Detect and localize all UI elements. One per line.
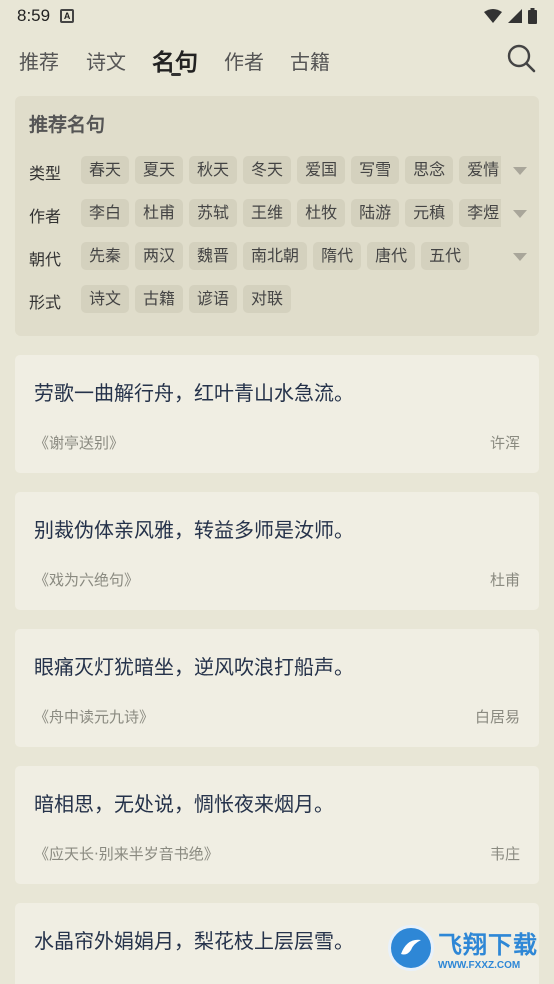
battery-icon xyxy=(528,8,537,24)
active-tab-indicator xyxy=(171,73,181,76)
chip[interactable]: 夏天 xyxy=(135,156,184,184)
chip[interactable]: 春天 xyxy=(81,156,130,184)
quote-text: 眼痛灭灯犹暗坐，逆风吹浪打船声。 xyxy=(34,655,354,679)
site-watermark: 飞翔下载 WWW.FXXZ.COM xyxy=(388,920,548,976)
quote-author: 白居易 xyxy=(474,708,520,726)
chip[interactable]: 对联 xyxy=(243,285,292,313)
chip[interactable]: 隋代 xyxy=(313,242,362,270)
chip[interactable]: 爱情 xyxy=(459,156,501,184)
filter-row-form: 形式 诗文 古籍 谚语 对联 xyxy=(15,285,539,315)
quote-card[interactable]: 暗相思，无处说，惆怅夜来烟月。 《应天长·别来半岁音书绝》 韦庄 xyxy=(15,766,539,884)
tab-quotes[interactable]: 名句 xyxy=(152,43,198,77)
quote-text: 水晶帘外娟娟月，梨花枝上层层雪。 xyxy=(34,929,354,953)
filter-label: 类型 xyxy=(29,164,62,183)
filter-label: 作者 xyxy=(29,207,62,226)
watermark-logo-icon xyxy=(388,925,434,971)
chip[interactable]: 李煜 xyxy=(459,199,501,227)
chip[interactable]: 元稹 xyxy=(405,199,454,227)
watermark-url: WWW.FXXZ.COM xyxy=(438,960,521,971)
chip-list: 春天 夏天 秋天 冬天 爱国 写雪 思念 爱情 xyxy=(81,156,501,186)
chip[interactable]: 秋天 xyxy=(189,156,238,184)
search-icon[interactable] xyxy=(506,43,536,73)
chip[interactable]: 杜甫 xyxy=(135,199,184,227)
chip[interactable]: 写雪 xyxy=(351,156,400,184)
recommend-filter-card: 推荐名句 类型 春天 夏天 秋天 冬天 爱国 写雪 思念 爱情 作者 李白 杜甫 苏轼 王维 杜牧 陆游… xyxy=(15,96,539,336)
expand-arrow-icon[interactable] xyxy=(513,166,527,176)
quote-card[interactable]: 别裁伪体亲风雅，转益多师是汝师。 《戏为六绝句》 杜甫 xyxy=(15,492,539,610)
chip[interactable]: 唐代 xyxy=(367,242,416,270)
quote-source: 《舟中读元九诗》 xyxy=(34,708,155,726)
signal-icon xyxy=(508,9,522,23)
chip-list: 先秦 两汉 魏晋 南北朝 隋代 唐代 五代 xyxy=(81,242,501,272)
notification-icon: A xyxy=(60,9,75,23)
chip-list: 李白 杜甫 苏轼 王维 杜牧 陆游 元稹 李煜 xyxy=(81,199,501,229)
chip[interactable]: 南北朝 xyxy=(243,242,308,270)
quote-text: 暗相思，无处说，惆怅夜来烟月。 xyxy=(34,792,334,816)
quote-text: 劳歌一曲解行舟，红叶青山水急流。 xyxy=(34,381,354,405)
chip[interactable]: 古籍 xyxy=(135,285,184,313)
tab-poems[interactable]: 诗文 xyxy=(86,46,126,75)
chip[interactable]: 两汉 xyxy=(135,242,184,270)
quote-text: 别裁伪体亲风雅，转益多师是汝师。 xyxy=(34,518,354,542)
tab-authors[interactable]: 作者 xyxy=(224,46,264,75)
chip[interactable]: 陆游 xyxy=(351,199,400,227)
quote-source: 《谢亭送别》 xyxy=(34,434,125,452)
quote-source: 《戏为六绝句》 xyxy=(34,571,140,589)
tab-bar: 推荐 诗文 名句 作者 古籍 xyxy=(0,38,554,84)
watermark-title: 飞翔下载 xyxy=(438,931,538,959)
chip[interactable]: 苏轼 xyxy=(189,199,238,227)
expand-arrow-icon[interactable] xyxy=(513,252,527,262)
quote-card[interactable]: 劳歌一曲解行舟，红叶青山水急流。 《谢亭送别》 许浑 xyxy=(15,355,539,473)
filter-title: 推荐名句 xyxy=(29,114,106,136)
chip[interactable]: 李白 xyxy=(81,199,130,227)
filter-row-type: 类型 春天 夏天 秋天 冬天 爱国 写雪 思念 爱情 xyxy=(15,156,539,186)
chip[interactable]: 爱国 xyxy=(297,156,346,184)
chip[interactable]: 杜牧 xyxy=(297,199,346,227)
status-icons xyxy=(484,8,537,24)
quote-source: 《应天长·别来半岁音书绝》 xyxy=(34,845,219,863)
wifi-icon xyxy=(484,9,502,23)
filter-label: 形式 xyxy=(29,293,62,312)
filter-row-author: 作者 李白 杜甫 苏轼 王维 杜牧 陆游 元稹 李煜 xyxy=(15,199,539,229)
quote-author: 韦庄 xyxy=(489,845,520,863)
tab-recommend[interactable]: 推荐 xyxy=(19,46,59,75)
chip-list: 诗文 古籍 谚语 对联 xyxy=(81,285,501,315)
chip[interactable]: 五代 xyxy=(421,242,470,270)
chip[interactable]: 先秦 xyxy=(81,242,130,270)
quote-card[interactable]: 眼痛灭灯犹暗坐，逆风吹浪打船声。 《舟中读元九诗》 白居易 xyxy=(15,629,539,747)
filter-label: 朝代 xyxy=(29,250,62,269)
status-bar: 8:59 A xyxy=(0,0,554,32)
chip[interactable]: 诗文 xyxy=(81,285,130,313)
status-time: 8:59 xyxy=(17,6,51,25)
filter-row-dynasty: 朝代 先秦 两汉 魏晋 南北朝 隋代 唐代 五代 xyxy=(15,242,539,272)
quote-author: 许浑 xyxy=(489,434,520,452)
expand-arrow-icon[interactable] xyxy=(513,209,527,219)
chip[interactable]: 思念 xyxy=(405,156,454,184)
chip[interactable]: 冬天 xyxy=(243,156,292,184)
chip[interactable]: 谚语 xyxy=(189,285,238,313)
chip[interactable]: 王维 xyxy=(243,199,292,227)
quote-author: 杜甫 xyxy=(489,571,520,589)
tab-classics[interactable]: 古籍 xyxy=(290,46,330,75)
chip[interactable]: 魏晋 xyxy=(189,242,238,270)
